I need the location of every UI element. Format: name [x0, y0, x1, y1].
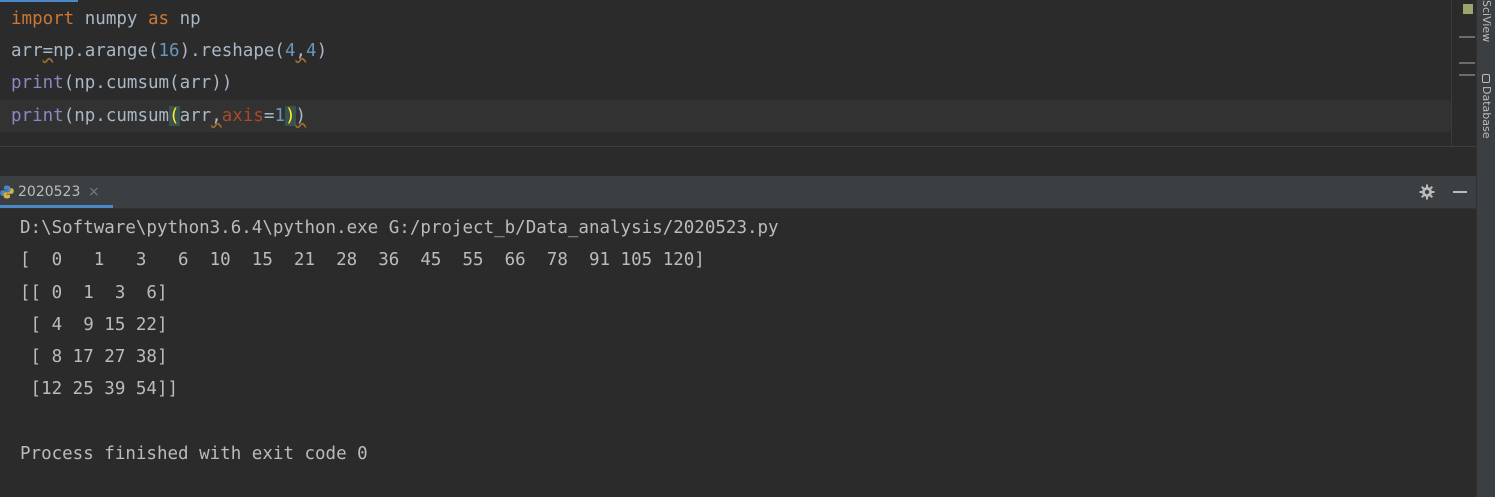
comma: ,	[211, 106, 222, 126]
cumsum-call: (np.cumsum	[63, 106, 170, 126]
ide-window: import numpy as np arr=np.arange(16).res…	[0, 0, 1495, 497]
gear-icon[interactable]	[1419, 184, 1435, 200]
close-paren-highlight: )	[285, 106, 296, 126]
console-line: [12 25 39 54]]	[20, 379, 179, 399]
console-line: [ 4 9 15 22]	[20, 315, 168, 335]
database-icon	[1482, 74, 1490, 83]
stripe-marker[interactable]	[1459, 74, 1475, 76]
assign-operator: =	[263, 106, 275, 126]
stripe-marker[interactable]	[1459, 62, 1475, 64]
arange-call: np.arange(	[53, 41, 159, 61]
arg-arr: arr	[179, 106, 212, 126]
keyword-as: as	[147, 9, 170, 29]
code-editor[interactable]: import numpy as np arr=np.arange(16).res…	[0, 0, 1451, 146]
sciview-tab[interactable]: SciView	[1480, 0, 1493, 42]
editor-error-stripe[interactable]	[1451, 0, 1477, 146]
run-tab-label: 2020523	[18, 184, 81, 200]
variable-arr: arr	[11, 41, 43, 61]
active-tab-indicator	[0, 205, 113, 208]
module-name: numpy	[74, 9, 148, 29]
python-icon	[0, 185, 14, 199]
module-alias: np	[169, 9, 201, 29]
builtin-print: print	[11, 73, 64, 93]
inspection-status-icon[interactable]	[1463, 4, 1473, 14]
panel-divider[interactable]	[0, 146, 1476, 177]
code-line-4[interactable]: print(np.cumsum(arr,axis=1))	[0, 100, 1451, 132]
editor-tab-accent	[0, 0, 78, 2]
number-16: 16	[158, 41, 180, 61]
open-paren-highlight: (	[169, 106, 180, 126]
close-paren: )	[316, 41, 328, 61]
run-console[interactable]: D:\Software\python3.6.4\python.exe G:/pr…	[0, 209, 1476, 497]
close-icon[interactable]: ×	[88, 176, 100, 208]
reshape-call: ).reshape(	[179, 41, 285, 61]
assign-operator: =	[42, 41, 54, 61]
stripe-marker[interactable]	[1459, 36, 1475, 38]
console-line: D:\Software\python3.6.4\python.exe G:/pr…	[20, 218, 779, 238]
database-tab[interactable]: Database	[1480, 74, 1493, 139]
console-line: [ 8 17 27 38]	[20, 347, 168, 367]
minimize-icon[interactable]	[1453, 191, 1467, 193]
code-line-3[interactable]: print(np.cumsum(arr))	[11, 67, 232, 99]
code-line-2[interactable]: arr=np.arange(16).reshape(4,4)	[11, 35, 327, 67]
right-tool-strip: SciView Database	[1476, 0, 1495, 497]
close-paren: )	[295, 106, 307, 126]
code-line-1[interactable]: import numpy as np	[11, 3, 201, 35]
comma: ,	[295, 41, 307, 61]
keyword-import: import	[11, 9, 75, 29]
number-1: 1	[274, 106, 285, 126]
run-tab[interactable]: 2020523 ×	[0, 176, 113, 208]
cumsum-call: (np.cumsum(arr))	[63, 73, 233, 93]
console-line: [ 0 1 3 6 10 15 21 28 36 45 55 66 78 91 …	[20, 250, 705, 270]
console-line: [[ 0 1 3 6]	[20, 283, 168, 303]
run-panel-header: 2020523 ×	[0, 176, 1476, 209]
param-axis: axis	[221, 106, 264, 126]
number-4b: 4	[306, 41, 317, 61]
database-tab-label: Database	[1480, 86, 1493, 139]
builtin-print: print	[11, 106, 64, 126]
console-line: Process finished with exit code 0	[20, 444, 368, 464]
number-4a: 4	[284, 41, 296, 61]
